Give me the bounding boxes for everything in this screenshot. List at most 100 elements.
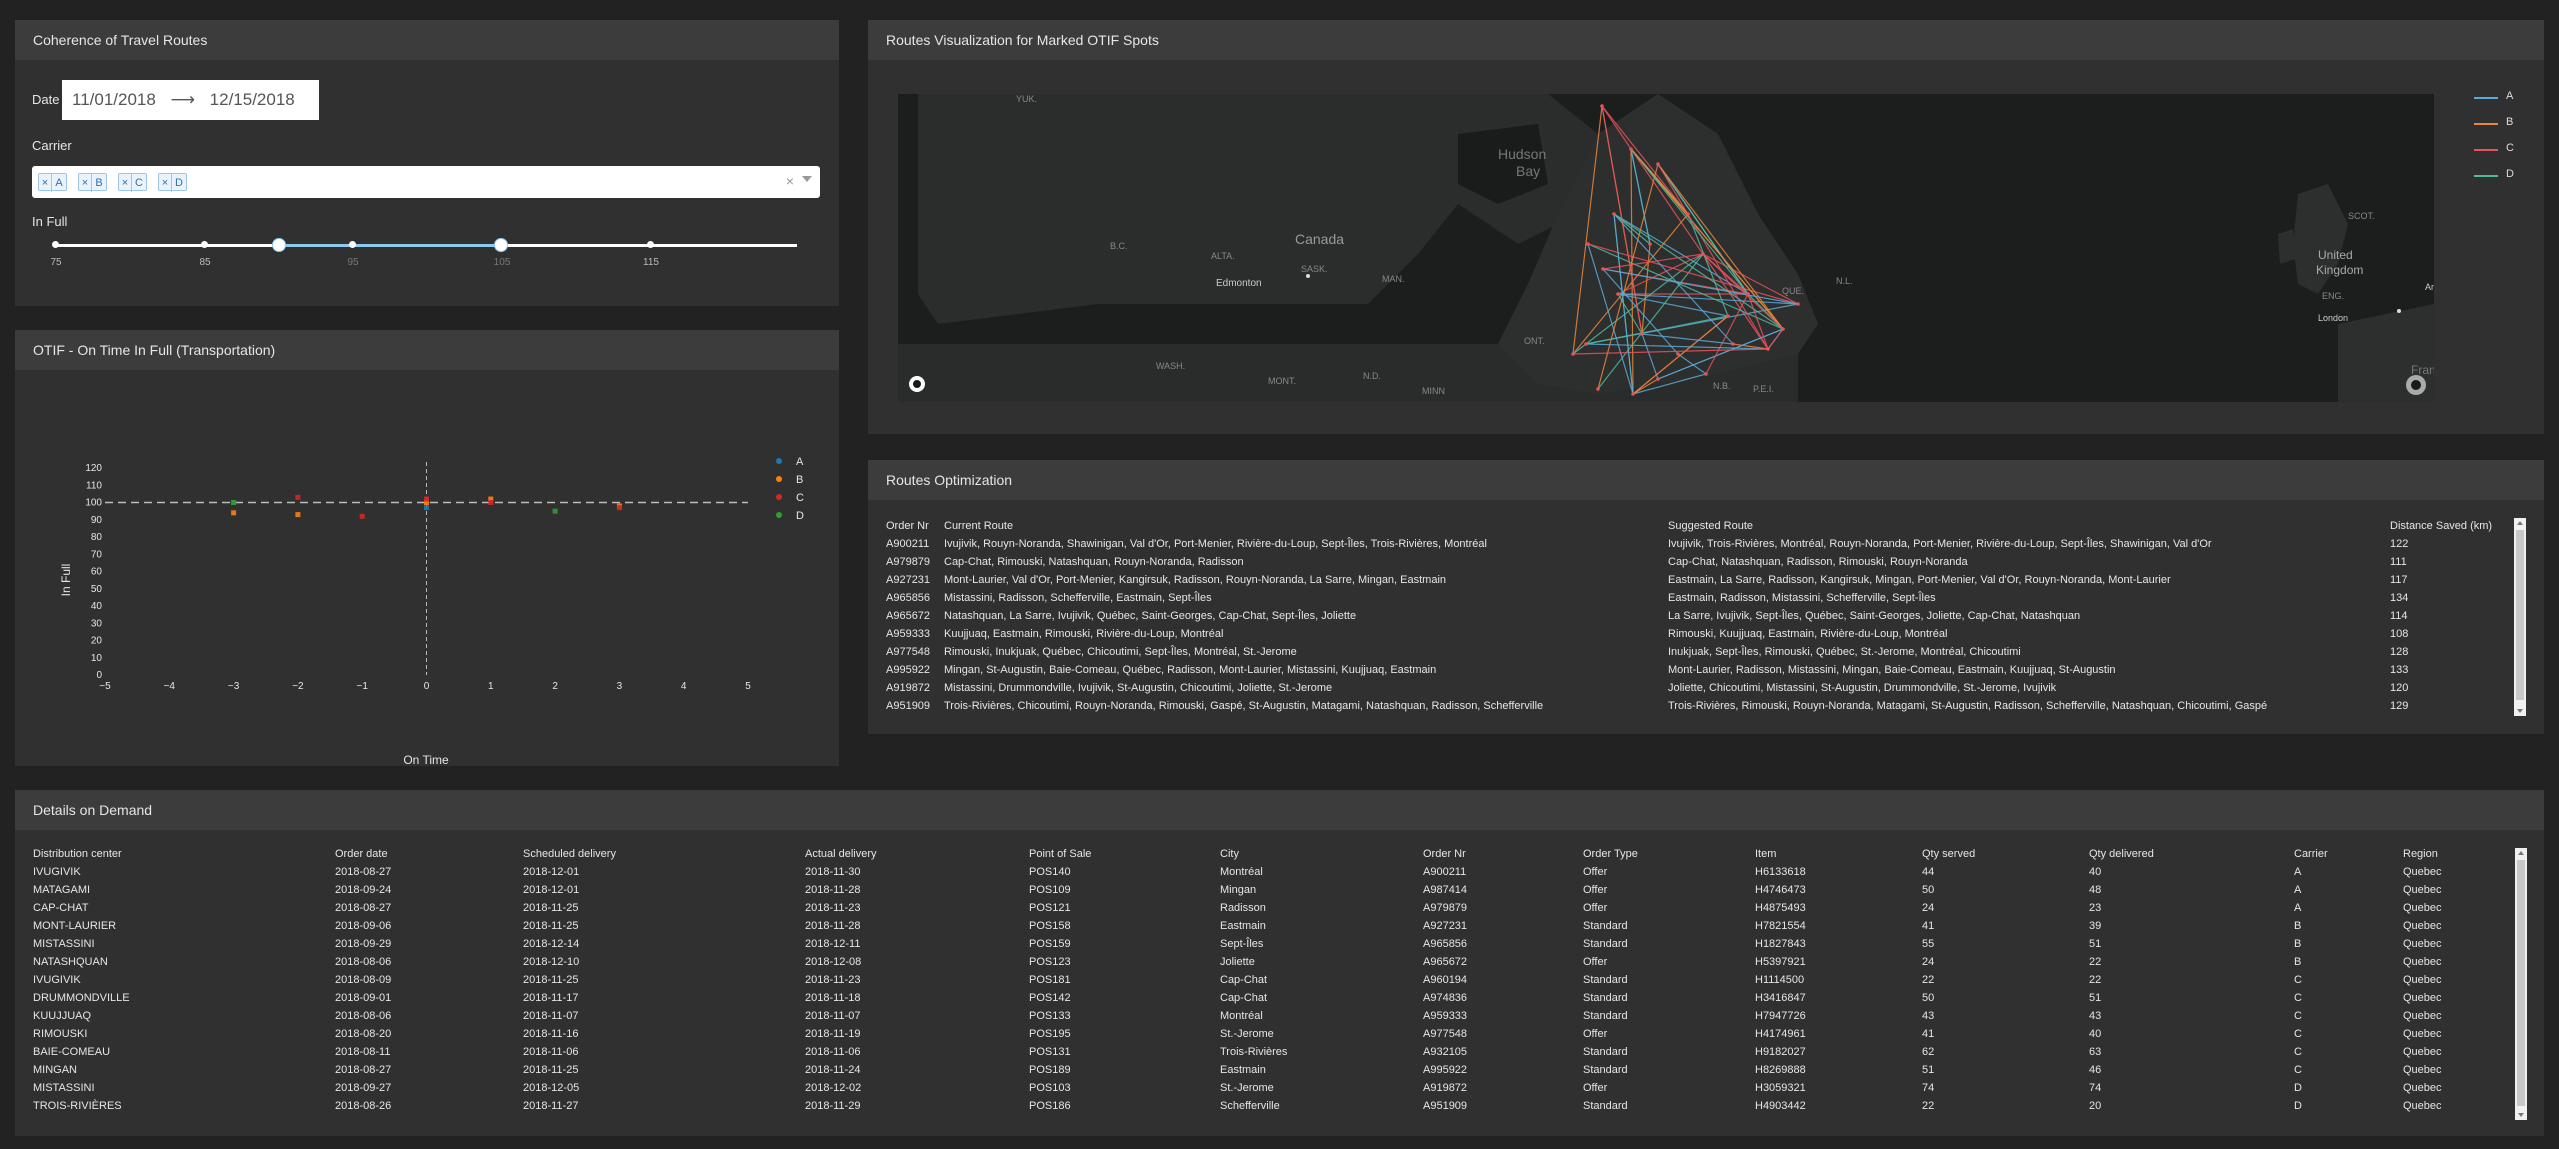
column-header[interactable]: Order date — [335, 848, 388, 860]
table-cell: 43 — [1922, 1010, 1935, 1022]
panel-title: Details on Demand — [15, 790, 2544, 830]
column-header[interactable]: Scheduled delivery — [523, 848, 616, 860]
table-cell: A — [2294, 884, 2302, 896]
column-header[interactable]: Point of Sale — [1029, 848, 1091, 860]
legend-item[interactable]: B — [2474, 116, 2534, 142]
data-point-c[interactable] — [295, 494, 301, 500]
column-header[interactable]: Suggested Route — [1668, 520, 1753, 532]
column-header[interactable]: City — [1220, 848, 1239, 860]
table-cell: H7821554 — [1755, 920, 1806, 932]
remove-icon[interactable]: × — [119, 174, 132, 192]
table-cell: 44 — [1922, 866, 1935, 878]
table-cell: Quebec — [2403, 1046, 2442, 1058]
data-point-a[interactable] — [424, 505, 429, 511]
column-header[interactable]: Current Route — [944, 520, 1013, 532]
map-label: B.C. — [1110, 241, 1128, 251]
scrollbar[interactable] — [2514, 518, 2526, 716]
table-cell: 2018-09-29 — [335, 938, 392, 950]
column-header[interactable]: Order Type — [1583, 848, 1638, 860]
table-cell: H4903442 — [1755, 1100, 1806, 1112]
routes-map[interactable]: YUK. Hudson Bay B.C. ALTA. Canada SASK. … — [898, 94, 2434, 402]
legend-item[interactable]: D — [2474, 168, 2534, 194]
data-point-c[interactable] — [424, 496, 429, 502]
clear-icon[interactable]: × — [786, 173, 794, 189]
legend-item[interactable]: C — [2474, 142, 2534, 168]
table-cell: 2018-11-28 — [805, 920, 861, 932]
panel-title: Coherence of Travel Routes — [15, 20, 839, 60]
date-start[interactable]: 11/01/2018 — [72, 80, 156, 120]
column-header[interactable]: Carrier — [2294, 848, 2328, 860]
table-cell: 74 — [2089, 1082, 2102, 1094]
table-cell: Offer — [1583, 884, 1608, 896]
panel-title: Routes Visualization for Marked OTIF Spo… — [868, 20, 2544, 60]
column-header[interactable]: Actual delivery — [805, 848, 877, 860]
scroll-thumb[interactable] — [2517, 860, 2525, 1106]
remove-icon[interactable]: × — [79, 174, 92, 192]
route-stop — [1701, 252, 1705, 256]
info-icon[interactable] — [2406, 375, 2426, 395]
chevron-down-icon[interactable] — [802, 176, 812, 182]
column-header[interactable]: Order Nr — [1423, 848, 1466, 860]
carrier-chip[interactable]: × D — [158, 173, 187, 192]
scroll-down-icon[interactable] — [2518, 1113, 2524, 1117]
scroll-up-icon[interactable] — [2518, 851, 2524, 855]
table-cell: Offer — [1583, 902, 1608, 914]
table-cell: Trois-Rivières, Rimouski, Rouyn-Noranda,… — [1668, 700, 2268, 712]
data-point-c[interactable] — [488, 500, 494, 505]
legend-item[interactable]: A — [2474, 90, 2534, 116]
map-label: MINN — [1422, 386, 1445, 396]
details-table[interactable]: Distribution center Order date Scheduled d… — [33, 848, 2523, 1128]
column-header[interactable]: Distance Saved (km) — [2390, 520, 2492, 532]
table-cell: POS133 — [1029, 1010, 1071, 1022]
column-header[interactable]: Item — [1755, 848, 1776, 860]
date-range-picker[interactable]: 11/01/2018 ⟶ 12/15/2018 — [62, 80, 319, 120]
legend-item[interactable]: A — [776, 456, 804, 468]
data-point-c[interactable] — [359, 513, 365, 519]
data-point-b[interactable] — [231, 510, 237, 516]
mapbox-logo-icon[interactable] — [909, 376, 925, 392]
column-header[interactable]: Qty served — [1922, 848, 1975, 860]
column-header[interactable]: Region — [2403, 848, 2438, 860]
routes-table[interactable]: Order Nr Current Route Suggested Route Dist… — [886, 520, 2514, 720]
remove-icon[interactable]: × — [39, 174, 52, 192]
table-cell: 2018-08-11 — [335, 1046, 391, 1058]
city-dot — [2397, 309, 2401, 313]
legend-item[interactable]: B — [776, 474, 803, 486]
table-cell: C — [2294, 992, 2302, 1004]
data-point-d[interactable] — [231, 500, 237, 505]
table-cell: Quebec — [2403, 884, 2442, 896]
date-end[interactable]: 12/15/2018 — [210, 80, 295, 120]
table-cell: St.-Jerome — [1220, 1028, 1274, 1040]
scroll-thumb[interactable] — [2516, 530, 2524, 700]
table-cell: 2018-11-07 — [523, 1010, 579, 1022]
slider-handle-min[interactable] — [272, 238, 286, 252]
table-cell: A919872 — [886, 682, 931, 694]
table-cell: Ivujivik, Trois-Rivières, Montréal, Rouy… — [1668, 538, 2212, 550]
route-stop — [1766, 347, 1770, 351]
carrier-chip[interactable]: × A — [38, 173, 67, 192]
legend-item[interactable]: C — [776, 492, 804, 504]
scrollbar[interactable] — [2515, 848, 2527, 1120]
legend-item[interactable]: D — [776, 510, 804, 522]
table-cell: H1114500 — [1755, 974, 1805, 986]
carrier-chip[interactable]: × B — [78, 173, 107, 192]
remove-icon[interactable]: × — [159, 174, 172, 192]
carrier-multiselect[interactable]: × A × B × C × D × — [32, 166, 820, 198]
scroll-down-icon[interactable] — [2517, 709, 2523, 713]
table-cell: H3416847 — [1755, 992, 1806, 1004]
column-header[interactable]: Order Nr — [886, 520, 929, 532]
slider-mark-dot — [201, 241, 208, 248]
table-cell: MONT-LAURIER — [33, 920, 117, 932]
data-point-b[interactable] — [295, 512, 301, 518]
carrier-chip[interactable]: × C — [118, 173, 147, 192]
column-header[interactable]: Distribution center — [33, 848, 122, 860]
data-point-d[interactable] — [552, 508, 558, 514]
column-header[interactable]: Qty delivered — [2089, 848, 2154, 860]
table-cell: BAIE-COMEAU — [33, 1046, 111, 1058]
slider-selected-range[interactable] — [278, 244, 500, 247]
data-point-c[interactable] — [616, 505, 622, 511]
slider-handle-max[interactable] — [494, 238, 508, 252]
table-cell: H9182027 — [1755, 1046, 1806, 1058]
otif-scatter-chart[interactable]: 0 10 20 30 40 50 60 70 80 90 100 110 120 −5 −4 −3 −2 −1 0 1… — [15, 370, 839, 766]
scroll-up-icon[interactable] — [2517, 521, 2523, 525]
